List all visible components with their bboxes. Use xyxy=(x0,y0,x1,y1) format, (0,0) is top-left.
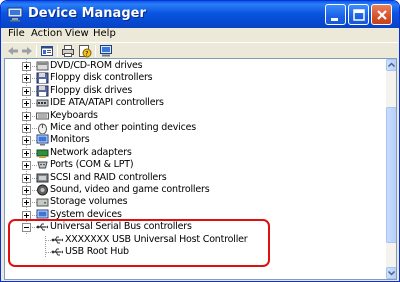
keyboard-icon xyxy=(36,112,49,120)
help-icon[interactable]: ? xyxy=(78,44,92,58)
tree-category-item[interactable]: Floppy disk drives xyxy=(5,85,383,97)
forward-arrow-icon[interactable] xyxy=(20,44,34,58)
expand-plus-icon[interactable] xyxy=(22,148,31,158)
tree-category-item[interactable]: SCSI and RAID controllers xyxy=(5,172,383,184)
print-icon[interactable] xyxy=(61,44,75,58)
tree-category-item[interactable]: Ports (COM & LPT) xyxy=(5,159,383,171)
tree-item-label: Mice and other pointing devices xyxy=(50,122,197,133)
expand-plus-icon[interactable] xyxy=(22,74,31,84)
scroll-up-button[interactable] xyxy=(386,59,396,71)
chevron-down-icon xyxy=(387,270,396,276)
expand-plus-icon[interactable] xyxy=(22,111,31,121)
maximize-button[interactable] xyxy=(348,4,369,25)
sound-icon xyxy=(37,184,48,196)
vertical-scrollbar[interactable] xyxy=(386,59,396,279)
menu-file[interactable]: File xyxy=(8,28,25,39)
tree-category-item[interactable]: Keyboards xyxy=(5,110,383,122)
tree-category-item[interactable]: Storage volumes xyxy=(5,196,383,208)
expand-plus-icon[interactable] xyxy=(22,173,31,183)
floppy-drive-icon xyxy=(36,85,49,97)
expand-plus-icon[interactable] xyxy=(22,62,31,71)
tree-item-label: Network adapters xyxy=(50,146,132,158)
tree-item-label: Floppy disk controllers xyxy=(50,72,153,84)
tree-category-item[interactable]: DVD/CD-ROM drives xyxy=(5,60,383,72)
ide-controller-icon xyxy=(36,99,49,107)
minimize-icon xyxy=(331,18,338,21)
tree-item-label: Ports (COM & LPT) xyxy=(50,159,134,171)
expand-plus-icon[interactable] xyxy=(22,86,31,96)
scsi-icon xyxy=(36,173,49,183)
tree-category-item[interactable]: Network adapters xyxy=(5,147,383,159)
mouse-icon xyxy=(38,123,47,134)
properties-icon[interactable] xyxy=(40,44,54,58)
tree-item-label: Floppy disk drives xyxy=(50,84,133,96)
usb-highlight-box xyxy=(8,219,270,267)
expand-plus-icon[interactable] xyxy=(22,198,31,208)
tree-category-item[interactable]: Mice and other pointing devices xyxy=(5,122,383,134)
scroll-down-button[interactable] xyxy=(386,267,396,279)
menu-help[interactable]: Help xyxy=(93,28,116,39)
monitor-icon xyxy=(36,134,49,146)
close-icon xyxy=(377,10,387,20)
floppy-controller-icon xyxy=(36,72,49,84)
svg-text:?: ? xyxy=(85,51,88,58)
scroll-thumb[interactable] xyxy=(386,107,396,243)
toolbar-separator xyxy=(36,45,37,57)
tree-category-item[interactable]: Sound, video and game controllers xyxy=(5,184,383,196)
back-arrow-icon[interactable] xyxy=(6,44,20,58)
chevron-up-icon xyxy=(387,62,396,68)
tree-item-label: Monitors xyxy=(50,134,90,146)
network-adapter-icon xyxy=(36,149,49,158)
maximize-icon xyxy=(353,9,365,21)
tree-item-label: IDE ATA/ATAPI controllers xyxy=(50,97,164,109)
port-icon xyxy=(37,161,48,169)
expand-plus-icon[interactable] xyxy=(22,186,31,195)
toolbar-separator xyxy=(57,45,58,57)
title-bar[interactable]: Device Manager xyxy=(1,1,399,28)
tree-item-label: DVD/CD-ROM drives xyxy=(50,60,143,71)
scan-hardware-icon[interactable] xyxy=(99,44,113,58)
close-button[interactable] xyxy=(371,4,392,25)
tree-category-item[interactable]: IDE ATA/ATAPI controllers xyxy=(5,97,383,109)
expand-plus-icon[interactable] xyxy=(22,124,31,133)
toolbar: ? xyxy=(2,42,398,58)
computer-icon xyxy=(7,7,23,22)
window-title: Device Manager xyxy=(28,6,146,21)
expand-plus-icon[interactable] xyxy=(22,161,31,171)
tree-item-label: SCSI and RAID controllers xyxy=(50,171,167,183)
storage-icon xyxy=(36,198,49,207)
menu-action[interactable]: Action xyxy=(31,28,62,39)
expand-plus-icon[interactable] xyxy=(22,99,31,109)
toolbar-separator xyxy=(95,45,96,57)
minimize-button[interactable] xyxy=(325,4,346,25)
menu-view[interactable]: View xyxy=(65,28,89,39)
tree-item-label: Keyboards xyxy=(50,109,98,121)
cdrom-icon xyxy=(36,61,49,71)
tree-item-label: Storage volumes xyxy=(50,196,128,208)
expand-plus-icon[interactable] xyxy=(22,136,31,146)
tree-category-item[interactable]: Monitors xyxy=(5,134,383,146)
menu-bar: File Action View Help xyxy=(2,28,398,42)
device-manager-window: Device Manager File Action View Help ? D… xyxy=(0,0,400,282)
tree-category-item[interactable]: Floppy disk controllers xyxy=(5,72,383,84)
tree-item-label: Sound, video and game controllers xyxy=(50,184,210,195)
